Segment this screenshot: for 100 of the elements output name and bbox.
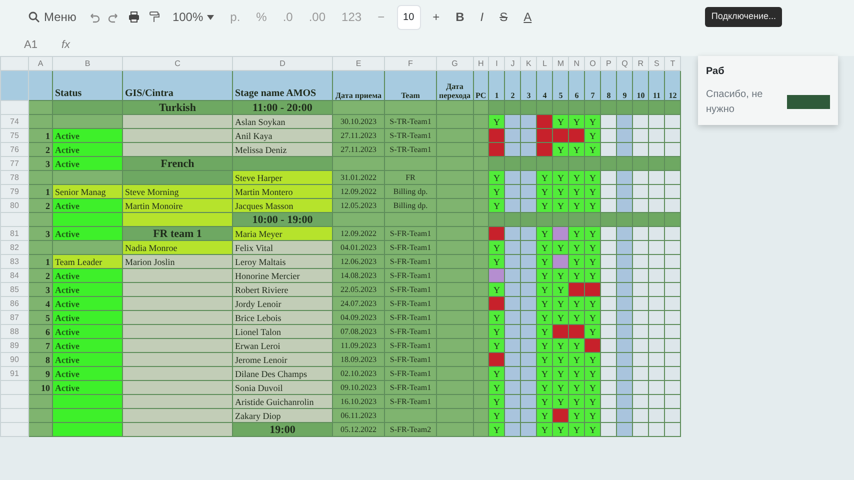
table-cell: Aristide Guichanrolin (232, 394, 332, 408)
row-number: 80 (0, 198, 28, 212)
table-cell: Leroy Maltais (232, 254, 332, 268)
column-letter[interactable]: S (648, 56, 665, 70)
table-cell: Steve Harper (232, 170, 332, 184)
column-letter[interactable]: C (122, 56, 232, 70)
section-heading: 10:00 - 19:00 (232, 212, 332, 226)
table-cell: 30.10.2023 (332, 114, 384, 128)
column-header: GIS/Cintra (122, 70, 232, 100)
column-letter[interactable]: M (552, 56, 569, 70)
table-cell: Martin Monoire (122, 198, 232, 212)
column-header: Stage name AMOS (232, 70, 332, 100)
column-header: Дата приема (332, 70, 384, 100)
table-cell: Melissa Deniz (232, 142, 332, 156)
column-letter[interactable]: A (28, 56, 52, 70)
column-letter[interactable]: L (536, 56, 553, 70)
column-letter[interactable]: K (520, 56, 537, 70)
table-cell: S-FR-Team1 (384, 296, 436, 310)
print-icon[interactable] (128, 11, 140, 23)
confirm-button[interactable] (786, 95, 830, 109)
row-number: 85 (0, 282, 28, 296)
table-cell: Aslan Soykan (232, 114, 332, 128)
table-cell: S-FR-Team1 (384, 268, 436, 282)
undo-icon[interactable] (88, 11, 100, 23)
table-cell: S-FR-Team1 (384, 380, 436, 394)
day-number: 2 (504, 70, 521, 100)
table-cell: Active (52, 338, 122, 352)
table-cell: Active (52, 310, 122, 324)
column-letter[interactable]: N (568, 56, 585, 70)
dismiss-link[interactable]: Спасибо, не нужно (706, 87, 779, 117)
column-letter[interactable]: G (436, 56, 474, 70)
table-cell: 12.06.2023 (332, 254, 384, 268)
table-cell: Active (52, 156, 122, 170)
column-header: PC (473, 70, 489, 100)
table-cell: S-FR-Team1 (384, 366, 436, 380)
row-number: 90 (0, 352, 28, 366)
table-cell: S-FR-Team1 (384, 240, 436, 254)
section-heading: 11:00 - 20:00 (232, 100, 332, 114)
table-cell: Active (52, 324, 122, 338)
day-number: 3 (520, 70, 537, 100)
text-color-button[interactable]: A (520, 9, 536, 25)
column-letter[interactable]: T (664, 56, 681, 70)
column-letter[interactable]: H (473, 56, 489, 70)
table-cell: 07.08.2023 (332, 324, 384, 338)
redo-icon[interactable] (108, 11, 120, 23)
strikethrough-button[interactable]: S (496, 9, 512, 25)
table-cell: Brice Lebois (232, 310, 332, 324)
section-heading: 19:00 (232, 422, 332, 436)
cell-reference[interactable]: A1 (24, 36, 38, 54)
column-letter[interactable]: J (504, 56, 521, 70)
table-cell: Maria Meyer (232, 226, 332, 240)
column-header: Дата перехода (436, 70, 474, 100)
table-cell: 05.12.2022 (332, 422, 384, 436)
day-number: 5 (552, 70, 569, 100)
table-cell: 14.08.2023 (332, 268, 384, 282)
column-letter[interactable]: B (52, 56, 122, 70)
column-letter[interactable]: R (632, 56, 649, 70)
search-icon[interactable] (28, 11, 40, 23)
table-cell: Felix Vital (232, 240, 332, 254)
caret-icon (207, 14, 214, 20)
row-number: 89 (0, 338, 28, 352)
table-cell: 18.09.2023 (332, 352, 384, 366)
table-cell: S-FR-Team1 (384, 226, 436, 240)
table-cell: Jordy Lenoir (232, 296, 332, 310)
menu-search-button[interactable]: Меню (24, 9, 80, 25)
row-number: 79 (0, 184, 28, 198)
column-letter[interactable]: O (584, 56, 601, 70)
column-letter[interactable]: I (488, 56, 505, 70)
column-letter[interactable]: P (600, 56, 617, 70)
row-number: 87 (0, 310, 28, 324)
italic-button[interactable]: I (476, 9, 488, 25)
day-number: 6 (568, 70, 585, 100)
font-size-field[interactable]: 10 (396, 4, 421, 30)
bold-button[interactable]: B (452, 9, 468, 25)
table-cell: 04.09.2023 (332, 310, 384, 324)
table-cell: Active (52, 268, 122, 282)
table-cell: 09.10.2023 (332, 380, 384, 394)
increase-font-button[interactable]: + (428, 9, 444, 25)
table-cell: 12.05.2023 (332, 198, 384, 212)
table-cell: Jacques Masson (232, 198, 332, 212)
row-number: 75 (0, 128, 28, 142)
row-number: 77 (0, 156, 28, 170)
table-cell: Billing dp. (384, 198, 436, 212)
row-number: 91 (0, 366, 28, 380)
row-number: 76 (0, 142, 28, 156)
row-number: 81 (0, 226, 28, 240)
column-letter[interactable]: E (332, 56, 384, 70)
table-cell: 12.09.2022 (332, 226, 384, 240)
zoom-dropdown[interactable]: 100% (168, 9, 218, 25)
section-heading: FR team 1 (122, 226, 232, 240)
paint-roller-icon[interactable] (148, 11, 160, 23)
table-cell: Sonia Duvoil (232, 380, 332, 394)
table-cell: Active (52, 142, 122, 156)
column-letter[interactable]: Q (616, 56, 633, 70)
row-number: 78 (0, 170, 28, 184)
function-label: fx (61, 38, 70, 53)
table-cell: Nadia Monroe (122, 240, 232, 254)
column-letter[interactable]: F (384, 56, 436, 70)
column-letter[interactable]: D (232, 56, 332, 70)
table-cell: Martin Montero (232, 184, 332, 198)
